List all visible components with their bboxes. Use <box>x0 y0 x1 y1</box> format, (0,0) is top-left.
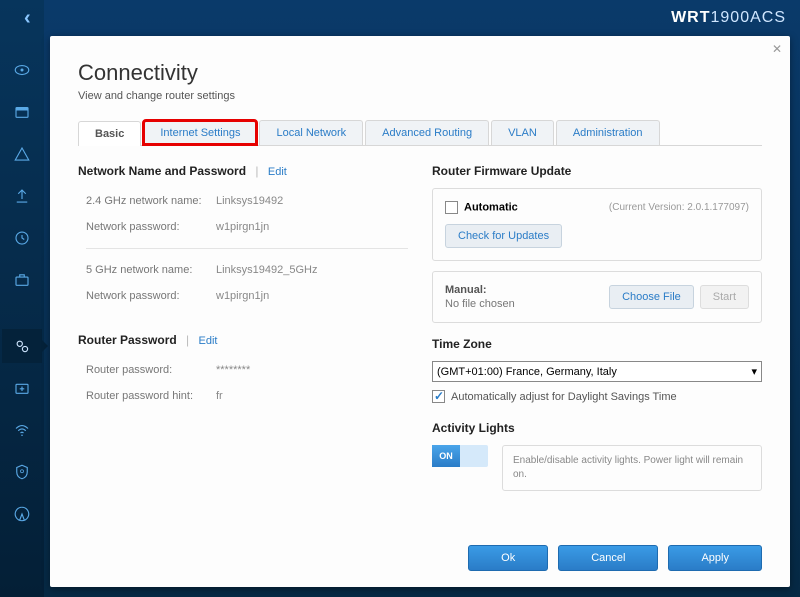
close-icon[interactable]: ✕ <box>772 42 782 56</box>
firmware-manual-box: Manual:No file chosen Choose File Start <box>432 271 762 323</box>
left-column: Network Name and Password | Edit 2.4 GHz… <box>78 158 408 533</box>
network-header: Network Name and Password | Edit <box>78 164 408 178</box>
auto-checkbox[interactable] <box>445 201 458 214</box>
tab-basic[interactable]: Basic <box>78 121 141 146</box>
sidebar-item-briefcase[interactable] <box>2 263 42 297</box>
routerpw-edit-link[interactable]: Edit <box>199 335 218 347</box>
row-24ghz-pw: Network password:w1pirgn1jn <box>78 214 408 240</box>
auto-checkbox-row[interactable]: Automatic <box>445 201 518 214</box>
tab-vlan[interactable]: VLAN <box>491 120 554 145</box>
apply-button[interactable]: Apply <box>668 545 762 571</box>
tab-local-network[interactable]: Local Network <box>259 120 363 145</box>
main-panel: ✕ Connectivity View and change router se… <box>50 36 790 587</box>
activity-header: Activity Lights <box>432 421 762 435</box>
brand-bold: WRT <box>671 9 710 26</box>
footer: Ok Cancel Apply <box>78 533 762 571</box>
start-button: Start <box>700 285 749 309</box>
tabs: Basic Internet Settings Local Network Ad… <box>78 120 762 146</box>
page-subtitle: View and change router settings <box>78 90 762 102</box>
check-updates-button[interactable]: Check for Updates <box>445 224 562 248</box>
row-routerpw-hint: Router password hint:fr <box>78 383 408 409</box>
brand-model: 1900ACS <box>711 9 787 26</box>
firmware-version: (Current Version: 2.0.1.177097) <box>609 202 749 213</box>
firmware-auto-box: Automatic (Current Version: 2.0.1.177097… <box>432 188 762 261</box>
activity-toggle[interactable]: ON <box>432 445 488 467</box>
sidebar-item-alert[interactable] <box>2 137 42 171</box>
sidebar-item-opensource[interactable] <box>2 497 42 531</box>
tab-administration[interactable]: Administration <box>556 120 660 145</box>
row-routerpw: Router password:******** <box>78 357 408 383</box>
cancel-button[interactable]: Cancel <box>558 545 658 571</box>
sidebar-item-medkit[interactable] <box>2 371 42 405</box>
row-5ghz-name: 5 GHz network name:Linksys19492_5GHz <box>78 257 408 283</box>
timezone-header: Time Zone <box>432 337 762 351</box>
sidebar-item-clock[interactable] <box>2 221 42 255</box>
dst-checkbox[interactable] <box>432 390 445 403</box>
timezone-select[interactable]: (GMT+01:00) France, Germany, Italy▾ <box>432 361 762 382</box>
row-24ghz-name: 2.4 GHz network name:Linksys19492 <box>78 188 408 214</box>
sidebar-item-shield[interactable] <box>2 455 42 489</box>
back-arrow[interactable]: ‹ <box>14 7 31 30</box>
divider <box>86 248 408 249</box>
sidebar-item-settings[interactable] <box>2 329 42 363</box>
brand: WRT1900ACS <box>671 9 786 27</box>
routerpw-header: Router Password | Edit <box>78 333 408 347</box>
sidebar-item-wifi[interactable] <box>2 413 42 447</box>
sidebar <box>0 0 44 597</box>
tab-internet-settings[interactable]: Internet Settings <box>143 120 257 145</box>
sidebar-item-upload[interactable] <box>2 179 42 213</box>
right-column: Router Firmware Update Automatic (Curren… <box>432 158 762 533</box>
firmware-header: Router Firmware Update <box>432 164 762 178</box>
activity-desc: Enable/disable activity lights. Power li… <box>502 445 762 491</box>
choose-file-button[interactable]: Choose File <box>609 285 694 309</box>
page-title: Connectivity <box>78 60 762 86</box>
dst-row[interactable]: Automatically adjust for Daylight Saving… <box>432 390 762 403</box>
chevron-down-icon: ▾ <box>751 365 757 378</box>
row-5ghz-pw: Network password:w1pirgn1jn <box>78 283 408 309</box>
tab-advanced-routing[interactable]: Advanced Routing <box>365 120 489 145</box>
sidebar-item-calendar[interactable] <box>2 95 42 129</box>
ok-button[interactable]: Ok <box>468 545 548 571</box>
sidebar-item-dashboard[interactable] <box>2 53 42 87</box>
network-edit-link[interactable]: Edit <box>268 166 287 178</box>
